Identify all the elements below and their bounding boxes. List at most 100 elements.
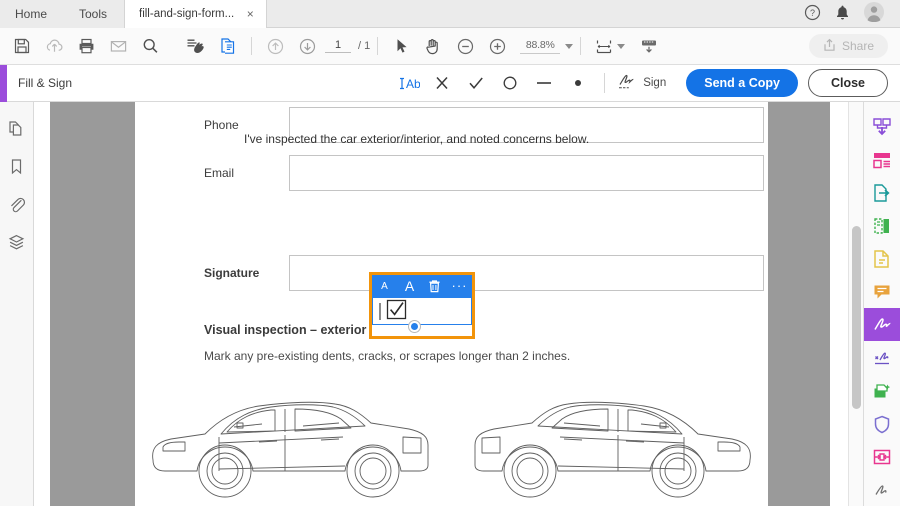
zoom-in-icon[interactable] xyxy=(481,30,513,62)
pdf-page: Phone Email Signature Visual inspection … xyxy=(135,102,768,506)
fit-page-chevron-down-icon[interactable] xyxy=(617,44,625,49)
zoom-out-icon[interactable] xyxy=(449,30,481,62)
signature-field-label: Signature xyxy=(204,266,289,280)
chevron-down-icon[interactable] xyxy=(565,44,573,49)
cloud-upload-icon[interactable] xyxy=(38,30,70,62)
request-signatures-icon[interactable] xyxy=(864,341,900,374)
signature-field-row: Signature xyxy=(204,255,764,291)
select-tool-icon[interactable] xyxy=(180,30,212,62)
user-avatar[interactable] xyxy=(864,2,884,25)
attachment-paperclip-icon[interactable] xyxy=(5,192,29,216)
page-number-input[interactable]: 1 xyxy=(325,39,351,53)
share-button[interactable]: Share xyxy=(809,34,888,58)
notification-bell-icon[interactable] xyxy=(835,4,850,24)
page-thumbnails-icon[interactable] xyxy=(5,116,29,140)
add-text-tool[interactable]: Ab xyxy=(391,68,425,98)
page-thumbnail-icon[interactable] xyxy=(212,30,244,62)
email-icon[interactable] xyxy=(102,30,134,62)
scan-and-ocr-icon[interactable] xyxy=(864,374,900,407)
sign-button[interactable]: Sign xyxy=(614,72,672,94)
fit-group xyxy=(588,30,665,62)
scroll-mode-icon[interactable] xyxy=(633,30,665,62)
page-number-box: 1 / 1 xyxy=(325,39,370,53)
page-nav-group: 1 / 1 xyxy=(259,30,370,62)
page-total-label: / 1 xyxy=(358,40,370,52)
section-subtext: Mark any pre-existing dents, cracks, or … xyxy=(204,349,570,363)
viewer-background-right xyxy=(768,102,830,506)
close-label: Close xyxy=(831,76,865,90)
email-field[interactable] xyxy=(289,155,764,191)
organize-pages-icon[interactable] xyxy=(864,143,900,176)
fit-page-icon[interactable] xyxy=(588,30,620,62)
toolbar-separator-3 xyxy=(580,37,581,55)
previous-page-icon[interactable] xyxy=(259,30,291,62)
zoom-level-value[interactable]: 88.8% xyxy=(520,39,560,54)
section-heading: Visual inspection – exterior xyxy=(204,323,366,337)
phone-field-label: Phone xyxy=(204,118,289,132)
vertical-scrollbar-thumb[interactable] xyxy=(852,226,861,409)
zoom-group: 88.8% xyxy=(385,30,573,62)
help-icon[interactable]: ? xyxy=(804,4,821,24)
dot-tool[interactable] xyxy=(561,68,595,98)
more-options-button[interactable]: ··· xyxy=(447,282,472,290)
compress-pdf-icon[interactable] xyxy=(864,440,900,473)
email-field-row: Email xyxy=(204,155,764,191)
document-viewer: Phone Email Signature Visual inspection … xyxy=(35,102,863,506)
comment-icon[interactable] xyxy=(864,275,900,308)
edit-pdf-icon[interactable] xyxy=(864,209,900,242)
next-page-icon[interactable] xyxy=(291,30,323,62)
hand-tool-icon[interactable] xyxy=(417,30,449,62)
fill-and-sign-accent-bar xyxy=(0,65,7,102)
tab-bar-spacer xyxy=(267,0,804,27)
right-tools-rail xyxy=(863,102,900,506)
circle-tool[interactable] xyxy=(493,68,527,98)
create-pdf-icon[interactable] xyxy=(864,242,900,275)
zoom-level-control[interactable]: 88.8% xyxy=(520,39,573,54)
close-button[interactable]: Close xyxy=(808,69,888,97)
viewer-background-left xyxy=(50,102,135,506)
delete-annotation-button[interactable] xyxy=(422,279,447,293)
car-side-view-right xyxy=(475,402,750,497)
send-a-copy-label: Send a Copy xyxy=(704,76,780,90)
export-pdf-icon[interactable] xyxy=(864,176,900,209)
tab-home[interactable]: Home xyxy=(0,0,62,28)
save-icon[interactable] xyxy=(6,30,38,62)
line-tool[interactable] xyxy=(527,68,561,98)
sign-pen-icon xyxy=(616,72,638,94)
tab-tools-label: Tools xyxy=(79,7,107,21)
sign-label: Sign xyxy=(643,77,666,89)
toolbar-separator xyxy=(251,37,252,55)
increase-font-size-button[interactable]: A xyxy=(397,278,422,294)
view-select-group xyxy=(180,30,244,62)
left-navigation-rail xyxy=(0,102,34,506)
more-tools-icon[interactable] xyxy=(864,473,900,506)
tab-document-label: fill-and-sign-form... xyxy=(139,8,234,20)
check-mark-tool[interactable] xyxy=(459,68,493,98)
tab-tools[interactable]: Tools xyxy=(62,0,124,28)
fill-and-sign-icon[interactable] xyxy=(864,308,900,341)
cursor-pointer-icon[interactable] xyxy=(385,30,417,62)
annotation-resize-handle[interactable] xyxy=(409,321,420,332)
annotation-line-text: I've inspected the car exterior/interior… xyxy=(244,132,589,146)
combine-files-icon[interactable] xyxy=(864,110,900,143)
tab-home-label: Home xyxy=(15,7,47,21)
close-tab-icon[interactable]: × xyxy=(244,8,256,20)
protect-icon[interactable] xyxy=(864,407,900,440)
svg-text:Ab: Ab xyxy=(406,77,420,91)
file-tools-group xyxy=(6,30,166,62)
acrobat-window: Home Tools fill-and-sign-form... × ? xyxy=(0,0,900,506)
cross-mark-tool[interactable] xyxy=(425,68,459,98)
car-side-view-left xyxy=(153,402,428,497)
tab-bar-actions: ? xyxy=(804,0,900,27)
search-icon[interactable] xyxy=(134,30,166,62)
vertical-scrollbar[interactable] xyxy=(848,102,863,506)
print-icon[interactable] xyxy=(70,30,102,62)
decrease-font-size-button[interactable]: A xyxy=(372,281,397,292)
share-icon xyxy=(823,38,836,55)
fill-and-sign-title: Fill & Sign xyxy=(18,76,72,90)
signature-field[interactable] xyxy=(289,255,764,291)
tab-document[interactable]: fill-and-sign-form... × xyxy=(124,0,267,28)
bookmark-icon[interactable] xyxy=(5,154,29,178)
send-a-copy-button[interactable]: Send a Copy xyxy=(686,69,798,97)
layers-icon[interactable] xyxy=(5,230,29,254)
